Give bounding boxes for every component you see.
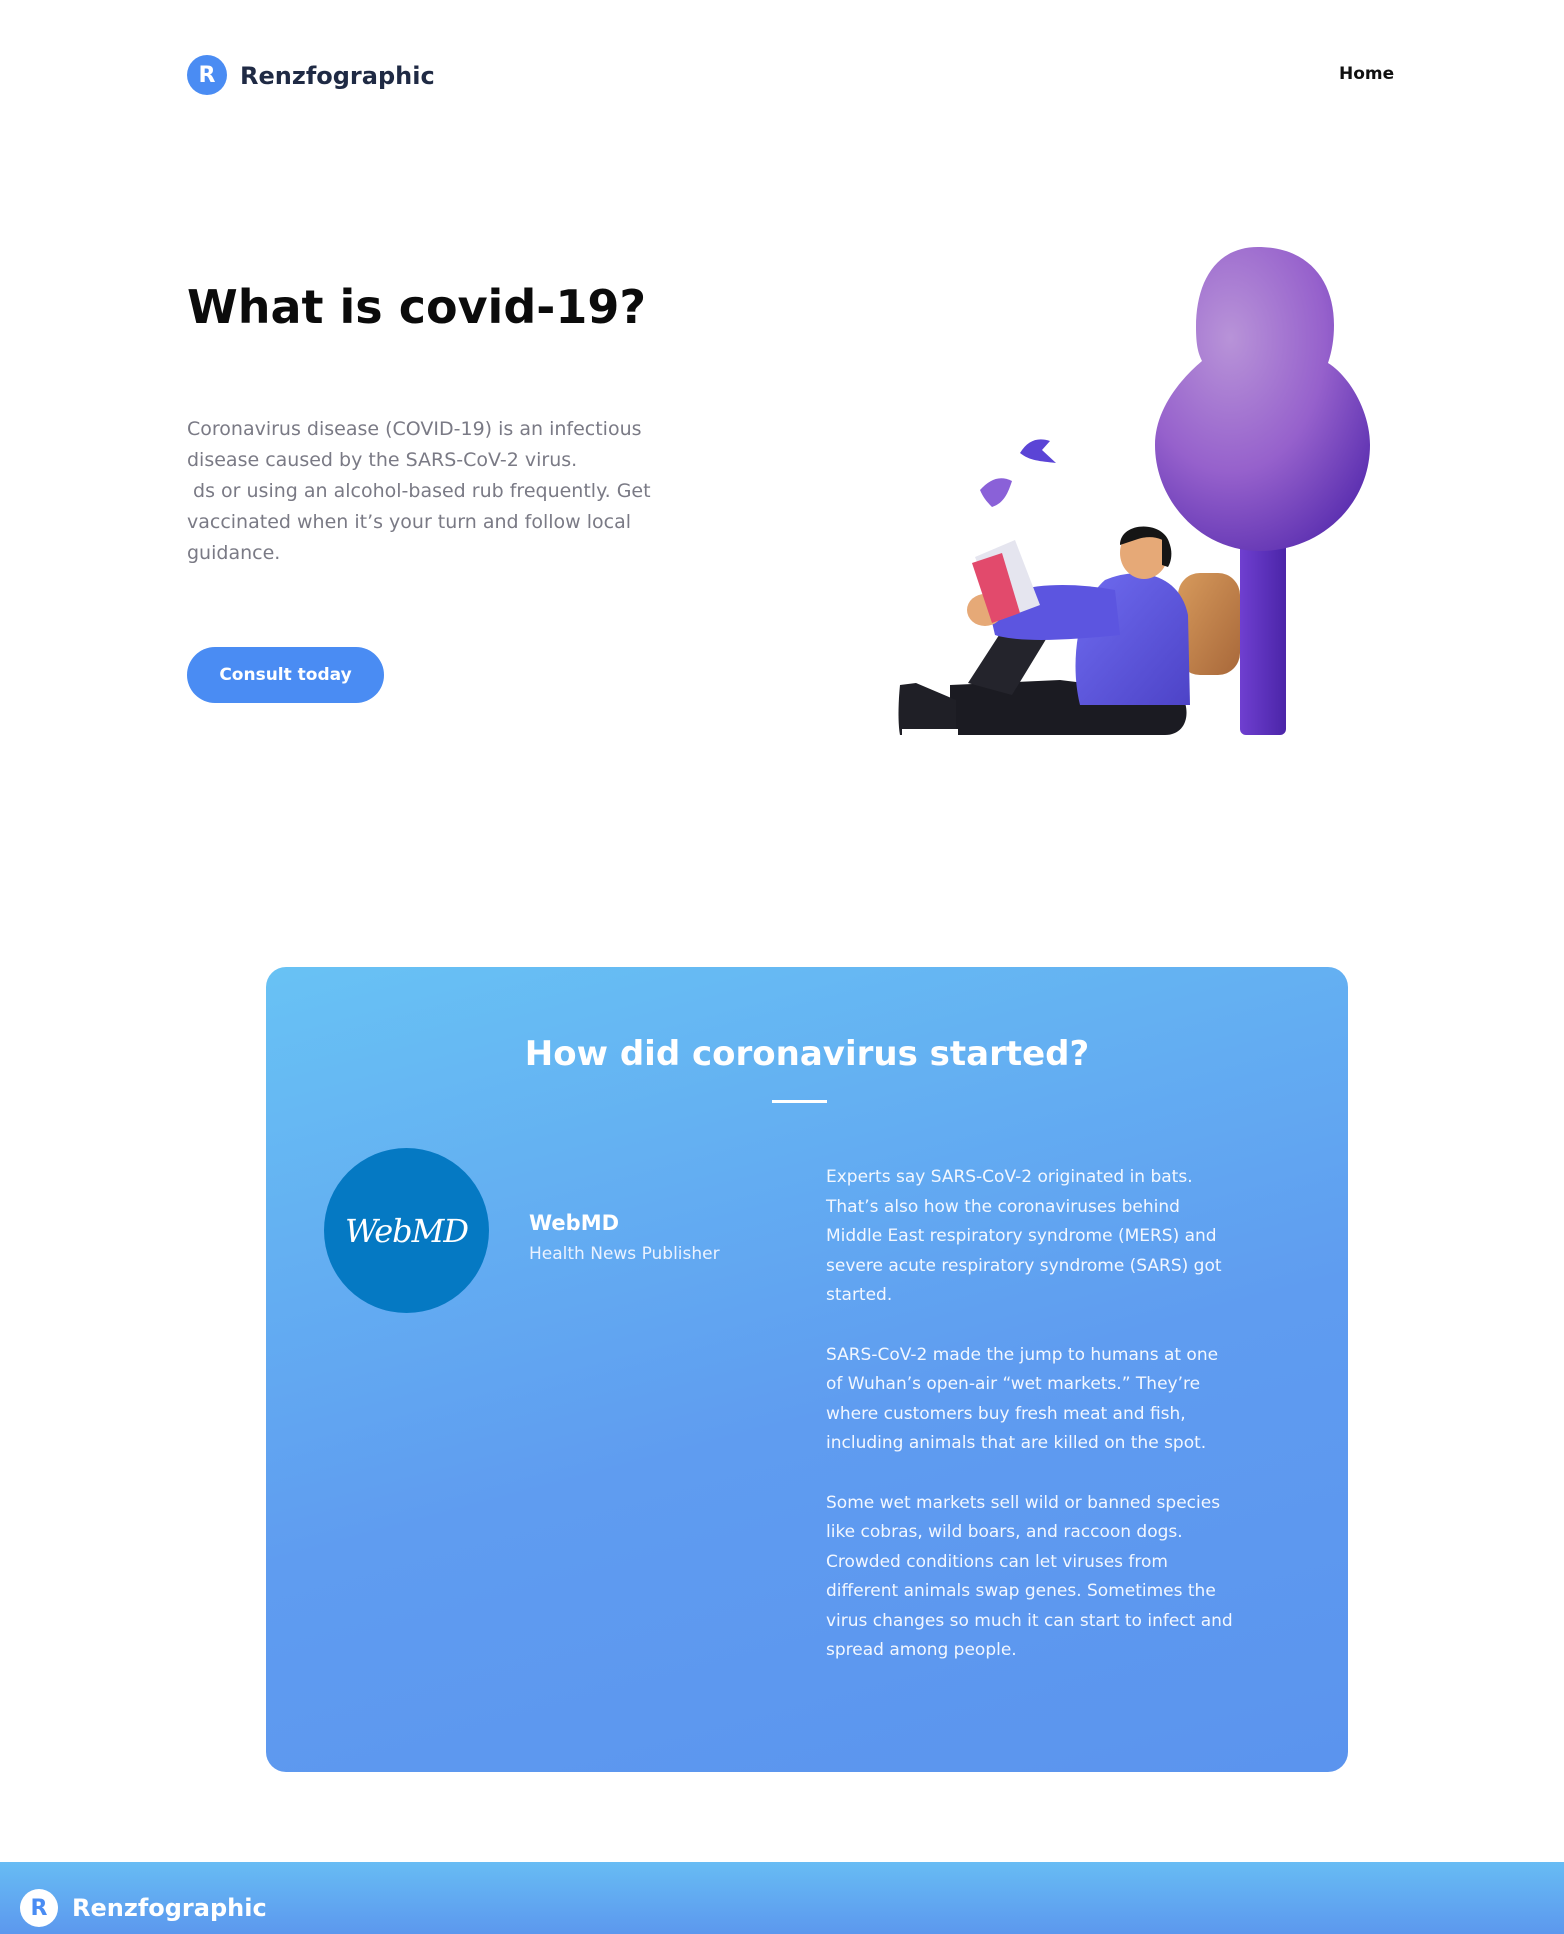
- hero-description-line: guidance.: [187, 542, 281, 564]
- article-line: virus changes so much it can start to in…: [826, 1610, 1233, 1631]
- article-paragraph: Experts say SARS-CoV-2 originated in bat…: [826, 1163, 1266, 1311]
- hero-description: Coronavirus disease (COVID-19) is an inf…: [187, 414, 667, 569]
- footer-brand-logo-icon[interactable]: R: [20, 1889, 58, 1927]
- article-line: including animals that are killed on the…: [826, 1433, 1207, 1453]
- article-line: started.: [826, 1285, 893, 1305]
- article-line: of Wuhan’s open-air “wet markets.” They’…: [826, 1374, 1201, 1394]
- footer-brand-name[interactable]: Renzfographic: [72, 1892, 267, 1924]
- hero-description-line: disease caused by the SARS-CoV-2 virus.: [187, 449, 578, 471]
- nav-link-home[interactable]: Home: [1339, 62, 1394, 86]
- article-line: like cobras, wild boars, and raccoon dog…: [826, 1522, 1183, 1542]
- hero-description-line: Coronavirus disease (COVID-19) is an inf…: [187, 418, 642, 440]
- article-line: SARS-CoV-2 made the jump to humans at on…: [826, 1344, 1219, 1365]
- hero-title: What is covid-19?: [187, 280, 647, 334]
- article-paragraph: Some wet markets sell wild or banned spe…: [826, 1489, 1266, 1666]
- section-title: How did coronavirus started?: [524, 1034, 1090, 1074]
- title-divider: [772, 1100, 827, 1103]
- article-line: Experts say SARS-CoV-2 originated in bat…: [826, 1167, 1193, 1187]
- webmd-logo: WebMD: [324, 1148, 489, 1313]
- brand-name[interactable]: Renzfographic: [240, 60, 435, 92]
- hero-description-line: ds or using an alcohol-based rub frequen…: [187, 480, 651, 502]
- brand-logo-icon[interactable]: R: [187, 55, 227, 95]
- publisher-role: Health News Publisher: [529, 1244, 720, 1264]
- article-line: spread among people.: [826, 1640, 1017, 1660]
- publisher-name: WebMD: [529, 1211, 620, 1235]
- article-line: Crowded conditions can let viruses from: [826, 1551, 1168, 1572]
- origin-article-text: Experts say SARS-CoV-2 originated in bat…: [826, 1163, 1266, 1696]
- article-line: Some wet markets sell wild or banned spe…: [826, 1492, 1221, 1513]
- consult-today-button[interactable]: Consult today: [187, 647, 384, 703]
- article-paragraph: SARS-CoV-2 made the jump to humans at on…: [826, 1341, 1266, 1459]
- article-line: That’s also how the coronaviruses behind: [826, 1196, 1180, 1217]
- article-line: Middle East respiratory syndrome (MERS) …: [826, 1226, 1217, 1246]
- article-line: different animals swap genes. Sometimes …: [826, 1581, 1216, 1601]
- person-reading-under-tree-illustration: [898, 247, 1370, 735]
- hero-description-line: vaccinated when it’s your turn and follo…: [187, 511, 631, 533]
- article-line: severe acute respiratory syndrome (SARS)…: [826, 1255, 1222, 1276]
- article-line: where customers buy fresh meat and fish,: [826, 1403, 1186, 1424]
